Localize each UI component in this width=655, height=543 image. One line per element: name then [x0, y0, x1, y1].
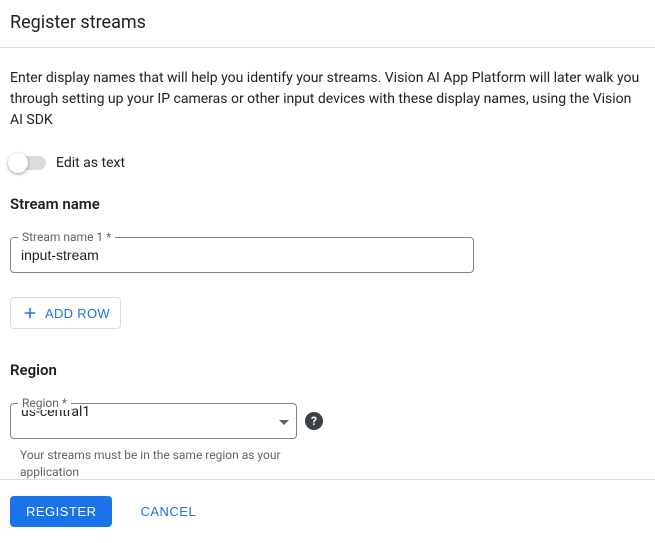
region-heading: Region: [10, 361, 645, 379]
toggle-knob: [8, 153, 28, 173]
dialog-header: Register streams: [0, 0, 655, 48]
help-icon[interactable]: ?: [305, 412, 323, 430]
dialog-footer: REGISTER CANCEL: [0, 479, 655, 543]
dialog-content: Enter display names that will help you i…: [0, 48, 655, 491]
add-row-button[interactable]: ADD ROW: [10, 297, 121, 329]
edit-as-text-label: Edit as text: [56, 155, 125, 171]
stream-name-heading: Stream name: [10, 195, 645, 213]
stream-name-label: Stream name 1 *: [18, 230, 115, 244]
add-row-label: ADD ROW: [45, 306, 110, 321]
stream-name-field: Stream name 1 *: [10, 237, 645, 273]
edit-as-text-toggle[interactable]: [10, 156, 46, 170]
region-field-row: Region * us-central1 ?: [10, 403, 645, 439]
description-text: Enter display names that will help you i…: [10, 68, 645, 131]
region-select-wrapper: Region * us-central1: [10, 403, 297, 439]
region-section: Region Region * us-central1 ? Your strea…: [10, 361, 645, 481]
plus-icon: [21, 304, 39, 322]
dialog-title: Register streams: [10, 12, 645, 33]
region-label: Region *: [18, 396, 71, 410]
region-helper-text: Your streams must be in the same region …: [20, 447, 300, 481]
register-button[interactable]: REGISTER: [10, 496, 112, 527]
cancel-button[interactable]: CANCEL: [136, 496, 200, 527]
edit-as-text-row: Edit as text: [10, 155, 645, 171]
